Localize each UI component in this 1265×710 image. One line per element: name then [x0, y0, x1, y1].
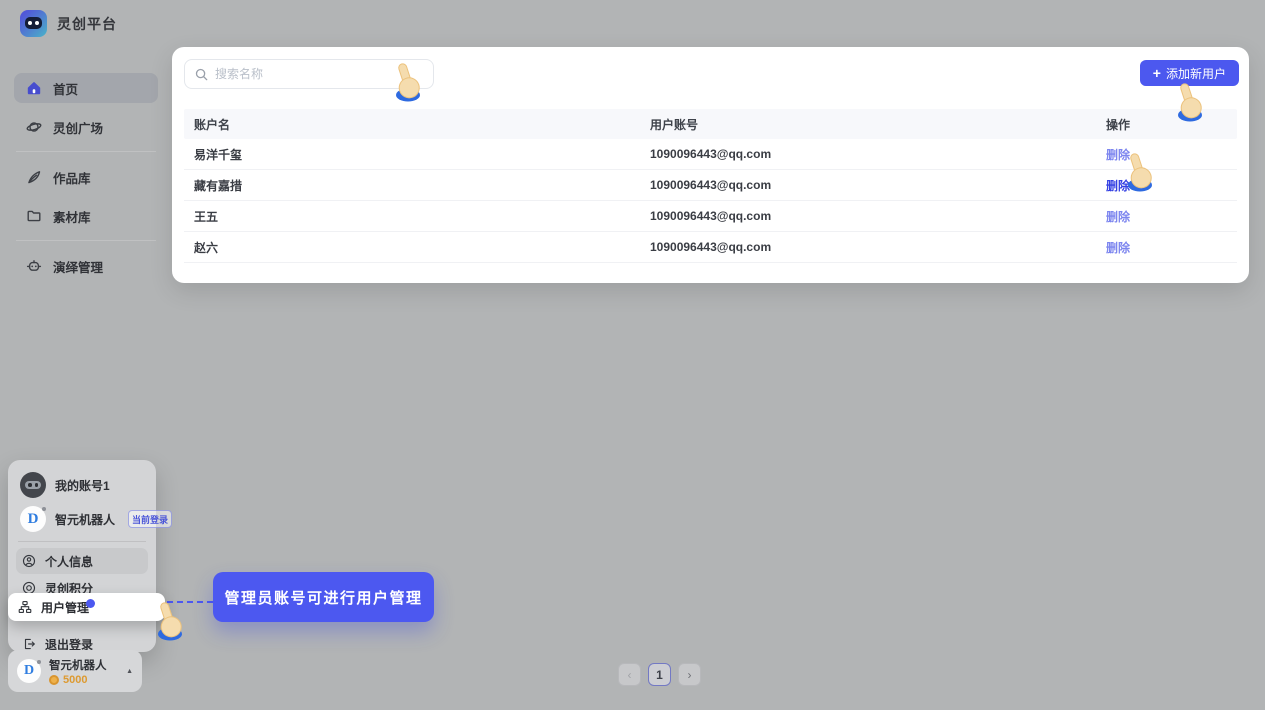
user-management-card: + 添加新用户 账户名 用户账号 操作 易洋千玺 1090096443@qq.c… — [172, 47, 1249, 283]
org-logo-icon: D — [20, 506, 46, 532]
search-box[interactable] — [184, 59, 434, 89]
app-logo-robot-icon — [20, 10, 47, 37]
sidebar-item-home[interactable]: 首页 — [14, 73, 158, 103]
sitemap-icon — [18, 600, 32, 614]
menu-item-label: 个人信息 — [45, 553, 93, 570]
table-row: 赵六 1090096443@qq.com 删除 — [184, 232, 1237, 263]
pagination: ‹ 1 › — [618, 663, 701, 686]
cell-account: 1090096443@qq.com — [640, 147, 1096, 161]
connector-dot — [86, 599, 95, 608]
org-logo-icon: D — [17, 659, 41, 683]
pen-icon — [26, 169, 42, 185]
sidebar-item-label: 作品库 — [53, 168, 91, 187]
delete-link[interactable]: 删除 — [1106, 210, 1130, 224]
column-header-account: 用户账号 — [640, 116, 1096, 133]
collapse-caret-icon[interactable]: ▲ — [126, 668, 133, 675]
sidebar-item-performance[interactable]: 演绎管理 — [14, 251, 158, 281]
delete-link[interactable]: 删除 — [1106, 179, 1130, 193]
pagination-next-button[interactable]: › — [678, 663, 701, 686]
delete-link[interactable]: 删除 — [1106, 241, 1130, 255]
column-header-name: 账户名 — [184, 116, 640, 133]
user-avatar — [20, 472, 46, 498]
cell-name: 藏有嘉措 — [184, 177, 640, 194]
org-switcher-chip[interactable]: D 智元机器人 5000 ▲ — [8, 650, 142, 692]
app-title: 灵创平台 — [57, 14, 117, 34]
sidebar-divider — [16, 151, 156, 152]
search-input[interactable] — [215, 67, 423, 81]
table-row: 藏有嘉措 1090096443@qq.com 删除 — [184, 170, 1237, 201]
sidebar-item-label: 首页 — [53, 79, 78, 98]
pagination-prev-button[interactable]: ‹ — [618, 663, 641, 686]
sidebar-item-works[interactable]: 作品库 — [14, 162, 158, 192]
current-login-badge: 当前登录 — [128, 510, 172, 528]
planet-icon — [26, 119, 42, 135]
cell-account: 1090096443@qq.com — [640, 240, 1096, 254]
sidebar-nav: 首页 灵创广场 作品库 素材库 演绎管理 — [14, 73, 158, 290]
admin-tooltip: 管理员账号可进行用户管理 — [213, 572, 434, 622]
my-account-row[interactable]: 我的账号1 — [16, 468, 148, 502]
cell-name: 赵六 — [184, 239, 640, 256]
table-row: 易洋千玺 1090096443@qq.com 删除 — [184, 139, 1237, 170]
add-user-label: 添加新用户 — [1166, 65, 1226, 82]
delete-link[interactable]: 删除 — [1106, 148, 1130, 162]
org-account-row[interactable]: D 智元机器人 当前登录 — [16, 502, 148, 536]
search-icon — [195, 68, 208, 81]
pagination-page-1[interactable]: 1 — [648, 663, 671, 686]
org-name-label: 智元机器人 — [49, 657, 116, 673]
menu-item-user-management[interactable]: 用户管理 — [8, 593, 165, 621]
robot-head-icon — [26, 258, 42, 274]
plus-icon: + — [1153, 66, 1161, 80]
table-row: 王五 1090096443@qq.com 删除 — [184, 201, 1237, 232]
home-icon — [26, 80, 42, 96]
cell-name: 王五 — [184, 208, 640, 225]
coin-icon — [49, 675, 59, 685]
sidebar-item-assets[interactable]: 素材库 — [14, 201, 158, 231]
column-header-action: 操作 — [1096, 116, 1237, 133]
cell-account: 1090096443@qq.com — [640, 178, 1096, 192]
menu-item-profile[interactable]: 个人信息 — [16, 548, 148, 574]
sidebar-divider — [16, 240, 156, 241]
brand: 灵创平台 — [20, 10, 117, 37]
cell-name: 易洋千玺 — [184, 146, 640, 163]
folder-icon — [26, 208, 42, 224]
sidebar-item-plaza[interactable]: 灵创广场 — [14, 112, 158, 142]
person-circle-icon — [22, 554, 36, 568]
cell-account: 1090096443@qq.com — [640, 209, 1096, 223]
account-popup: 我的账号1 D 智元机器人 当前登录 个人信息 灵创积分 退出登录 — [8, 460, 156, 652]
sidebar-item-label: 演绎管理 — [53, 257, 103, 276]
sidebar-item-label: 素材库 — [53, 207, 91, 226]
org-name-label: 智元机器人 — [55, 511, 115, 528]
coin-amount: 5000 — [63, 674, 87, 686]
add-user-button[interactable]: + 添加新用户 — [1140, 60, 1239, 86]
menu-item-label: 用户管理 — [41, 599, 89, 616]
popup-divider — [18, 541, 146, 542]
my-account-label: 我的账号1 — [55, 477, 110, 494]
sidebar-item-label: 灵创广场 — [53, 118, 103, 137]
logout-icon — [22, 637, 36, 651]
table-header: 账户名 用户账号 操作 — [184, 109, 1237, 139]
